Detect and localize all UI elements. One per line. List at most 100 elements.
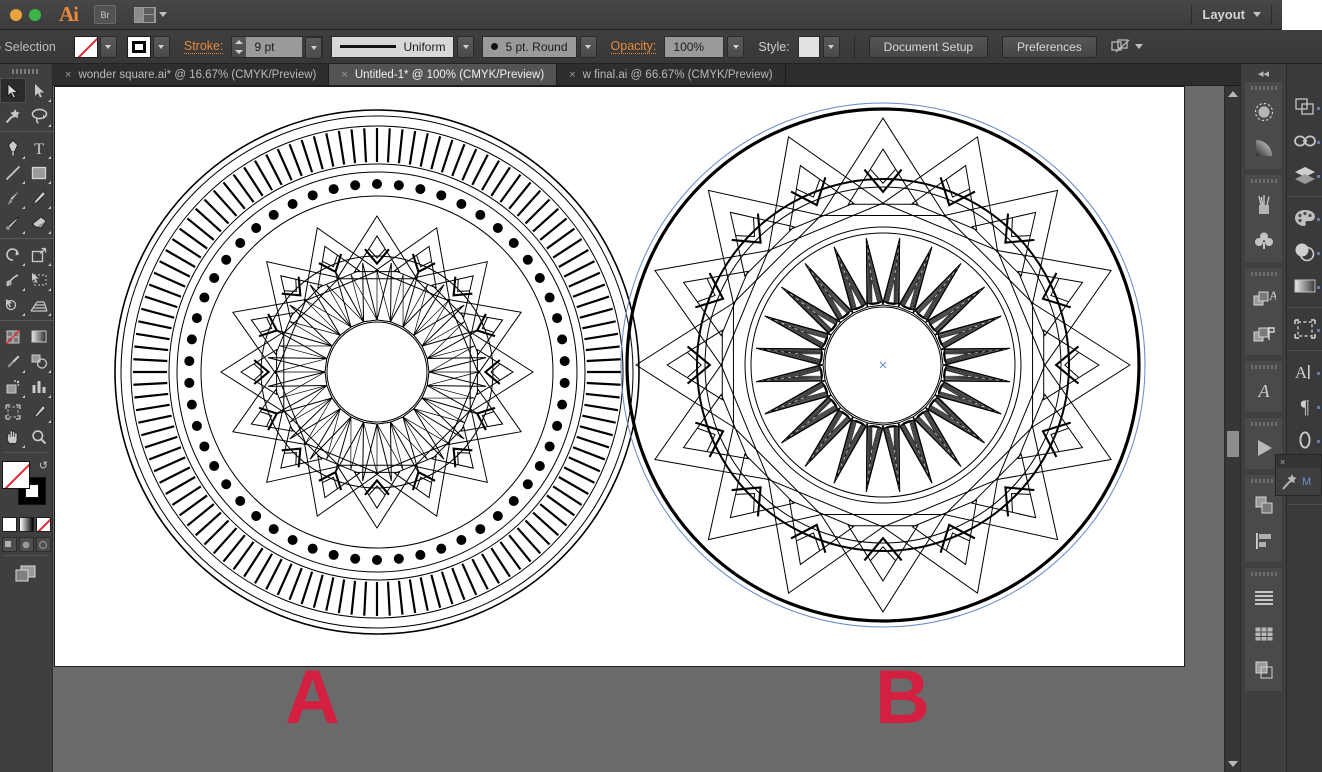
gradient-tool[interactable] [26, 324, 52, 349]
lasso-tool[interactable] [26, 103, 52, 128]
character-icon-button[interactable]: A [1287, 355, 1322, 389]
opacity-value[interactable]: 100% [664, 35, 725, 58]
float-panel-titlebar[interactable]: × [1276, 455, 1321, 468]
stroke-profile-value[interactable]: Uniform [331, 35, 455, 58]
column-graph-tool[interactable] [26, 374, 52, 399]
color-palette-icon-button[interactable] [1287, 201, 1322, 235]
rotate-tool[interactable] [0, 242, 26, 267]
dock-group-grip[interactable] [1245, 175, 1282, 187]
draw-inside-button[interactable] [35, 537, 51, 552]
fill-swatch-group[interactable] [73, 35, 117, 58]
swap-fill-stroke-icon[interactable]: ↺ [39, 459, 48, 472]
stroke-panel-button[interactable] [1245, 94, 1282, 130]
draw-normal-button[interactable] [1, 537, 17, 552]
pathfinder-icon-button[interactable] [1287, 90, 1322, 124]
transparency-icon-button[interactable] [1287, 235, 1322, 269]
white-swatch[interactable] [1, 517, 17, 532]
fill-dropdown-button[interactable] [99, 35, 117, 58]
opacity-label[interactable]: Opacity: [610, 39, 657, 54]
perspective-grid-tool[interactable] [26, 292, 52, 317]
shape-builder-tool[interactable] [0, 292, 26, 317]
stroke-weight-label[interactable]: Stroke: [183, 39, 224, 54]
stroke-swatch[interactable] [126, 35, 151, 58]
graphic-style-dropdown[interactable] [822, 35, 840, 58]
stroke-weight-dropdown[interactable] [305, 36, 323, 59]
eraser-tool[interactable] [26, 210, 52, 235]
dock-group-grip[interactable] [1245, 568, 1282, 580]
blob-brush-tool[interactable] [0, 210, 26, 235]
appearance-panel-button[interactable] [1245, 316, 1282, 352]
window-controls[interactable] [10, 8, 41, 21]
zoom-tool[interactable] [26, 424, 52, 449]
stroke-profile-dropdown[interactable] [457, 35, 475, 58]
selection-tool[interactable] [0, 78, 26, 103]
close-icon[interactable]: × [65, 69, 71, 81]
align-lines-button[interactable] [1245, 580, 1282, 616]
brushes-panel-button[interactable] [1245, 187, 1282, 223]
stroke-weight-arrows[interactable] [232, 36, 247, 57]
opacity-combo[interactable]: 100% [664, 35, 745, 58]
arrange-documents-button[interactable] [134, 6, 167, 23]
pen-tool[interactable] [0, 135, 26, 160]
pencil-tool[interactable] [26, 185, 52, 210]
slice-tool[interactable] [26, 399, 52, 424]
scroll-down-button[interactable] [1225, 756, 1241, 772]
document-tab-w-final[interactable]: × w final.ai @ 66.67% (CMYK/Preview) [557, 64, 786, 85]
width-tool[interactable] [0, 267, 26, 292]
character-styles-panel-button[interactable]: A [1245, 373, 1282, 409]
zoom-button[interactable] [29, 8, 41, 21]
dock-group-grip[interactable] [1245, 418, 1282, 430]
dock-group-grip[interactable] [1245, 82, 1282, 94]
document-tab-untitled-1[interactable]: × Untitled-1* @ 100% (CMYK/Preview) [329, 64, 558, 85]
toolbar-fill-swatch[interactable] [2, 461, 30, 489]
mesh-tool[interactable] [0, 324, 26, 349]
none-swatch[interactable] [35, 517, 51, 532]
transform-panel-button[interactable] [1245, 616, 1282, 652]
canvas-area[interactable]: A B [53, 86, 1224, 772]
stroke-swatch-group[interactable] [126, 35, 170, 58]
scroll-up-button[interactable] [1225, 86, 1241, 102]
opentype-icon-button[interactable] [1287, 423, 1322, 457]
tools-panel-grip[interactable] [0, 64, 52, 78]
fill-swatch[interactable] [73, 35, 98, 58]
stroke-weight-value[interactable]: 9 pt [246, 36, 303, 57]
artwork-svg[interactable] [55, 87, 1186, 666]
free-transform-tool[interactable] [26, 267, 52, 292]
minimize-button[interactable] [10, 8, 22, 21]
close-icon[interactable]: × [1280, 457, 1285, 467]
gradient-icon-button[interactable] [1287, 269, 1322, 303]
align-chevron-down-icon[interactable] [1134, 44, 1143, 49]
align-to-pixel-grid-button[interactable] [1111, 38, 1143, 55]
stroke-dropdown-button[interactable] [152, 35, 170, 58]
graphic-style-swatch[interactable] [797, 35, 820, 58]
symbols-panel-button[interactable] [1245, 223, 1282, 259]
artboards-icon-button[interactable] [1287, 312, 1322, 346]
vertical-scrollbar[interactable] [1224, 86, 1240, 772]
hand-tool[interactable] [0, 424, 26, 449]
artboard[interactable] [54, 86, 1185, 667]
paintbrush-tool[interactable] [0, 185, 26, 210]
preferences-button[interactable]: Preferences [1002, 35, 1097, 58]
blend-tool[interactable] [26, 349, 52, 374]
screen-mode-button[interactable] [0, 559, 52, 583]
brush-definition-value[interactable]: 5 pt. Round [482, 35, 577, 58]
close-icon[interactable]: × [569, 69, 575, 81]
document-tab-wonder-square[interactable]: × wonder square.ai* @ 16.67% (CMYK/Previ… [53, 64, 330, 85]
scrollbar-thumb[interactable] [1227, 431, 1239, 457]
stroke-weight-stepper[interactable]: 9 pt [231, 35, 324, 59]
dock-group-grip[interactable] [1245, 268, 1282, 280]
direct-selection-tool[interactable] [26, 78, 52, 103]
workspace-chevron-down-icon[interactable] [1253, 12, 1261, 17]
graphic-styles-panel-button[interactable]: A [1245, 280, 1282, 316]
paragraph-icon-button[interactable]: ¶ [1287, 389, 1322, 423]
symbol-sprayer-tool[interactable] [0, 374, 26, 399]
align-panel-button[interactable] [1245, 523, 1282, 559]
scale-tool[interactable] [26, 242, 52, 267]
search-help-input[interactable] [1282, 0, 1322, 30]
draw-behind-button[interactable] [18, 537, 34, 552]
magic-wand-tool[interactable] [0, 103, 26, 128]
layers-icon-button[interactable] [1287, 158, 1322, 192]
artboard-tool[interactable] [0, 399, 26, 424]
bridge-button[interactable]: Br [94, 5, 116, 24]
document-setup-button[interactable]: Document Setup [868, 35, 989, 58]
